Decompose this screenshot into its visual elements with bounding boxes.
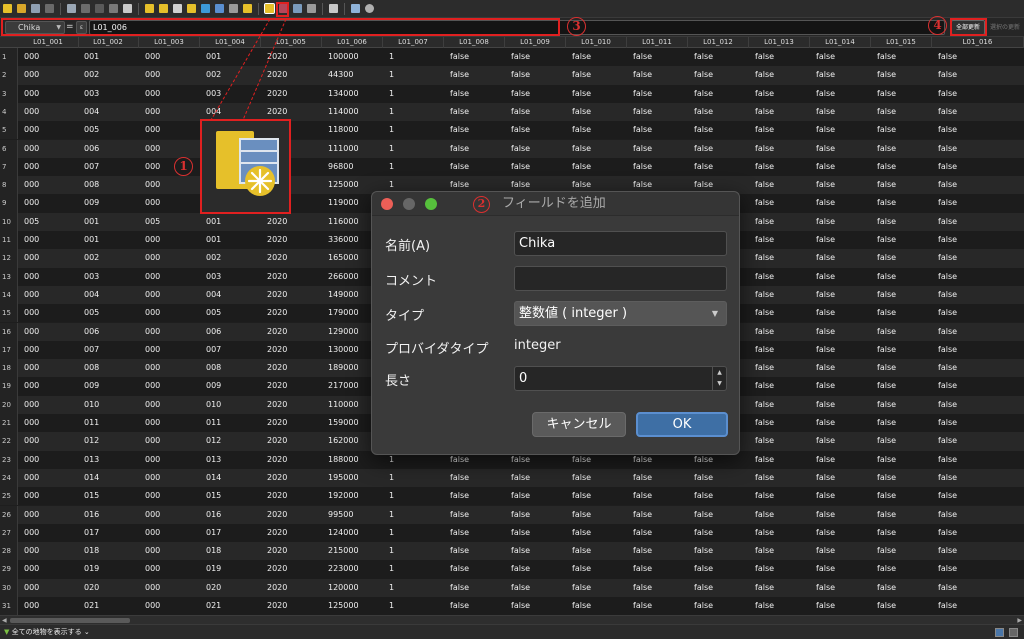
chevron-down-icon: ▼ bbox=[711, 309, 718, 318]
spin-down-icon[interactable]: ▼ bbox=[713, 378, 726, 389]
annotation-number-1: 1 bbox=[174, 157, 193, 176]
new-field-zoomed-icon bbox=[200, 119, 291, 214]
provider-type-label: プロバイダタイプ bbox=[385, 342, 489, 357]
length-label: 長さ bbox=[385, 374, 412, 389]
type-value: 整数値 ( integer ) bbox=[519, 306, 628, 321]
type-select[interactable]: 整数値 ( integer ) ▼ bbox=[514, 301, 727, 326]
spin-up-icon[interactable]: ▲ bbox=[713, 367, 726, 378]
type-label: タイプ bbox=[385, 309, 425, 324]
zoom-window-icon[interactable] bbox=[425, 198, 437, 210]
annotation-number-3: 3 bbox=[567, 17, 586, 36]
dialog-title: フィールドを追加 bbox=[502, 196, 606, 211]
length-value: 0 bbox=[519, 371, 528, 386]
comment-label: コメント bbox=[385, 274, 438, 289]
length-spinbox[interactable]: 0 ▲ ▼ bbox=[514, 366, 727, 391]
name-label: 名前(A) bbox=[385, 239, 431, 254]
name-value: Chika bbox=[519, 236, 556, 251]
annotation-number-4: 4 bbox=[928, 16, 947, 35]
close-window-icon[interactable] bbox=[381, 198, 393, 210]
spin-buttons[interactable]: ▲ ▼ bbox=[712, 367, 726, 390]
minimize-window-icon[interactable] bbox=[403, 198, 415, 210]
provider-type-value: integer bbox=[514, 338, 561, 353]
comment-field[interactable] bbox=[514, 266, 727, 291]
name-field[interactable]: Chika bbox=[514, 231, 727, 256]
cancel-button[interactable]: キャンセル bbox=[532, 412, 626, 437]
annotation-number-2: 2 bbox=[473, 196, 490, 213]
add-field-dialog: 2 フィールドを追加 名前(A) Chika コメント タイプ 整数値 ( in… bbox=[371, 191, 740, 455]
dialog-titlebar: 2 フィールドを追加 bbox=[372, 192, 739, 216]
ok-button[interactable]: OK bbox=[636, 412, 728, 437]
table-with-star-icon bbox=[216, 131, 279, 196]
